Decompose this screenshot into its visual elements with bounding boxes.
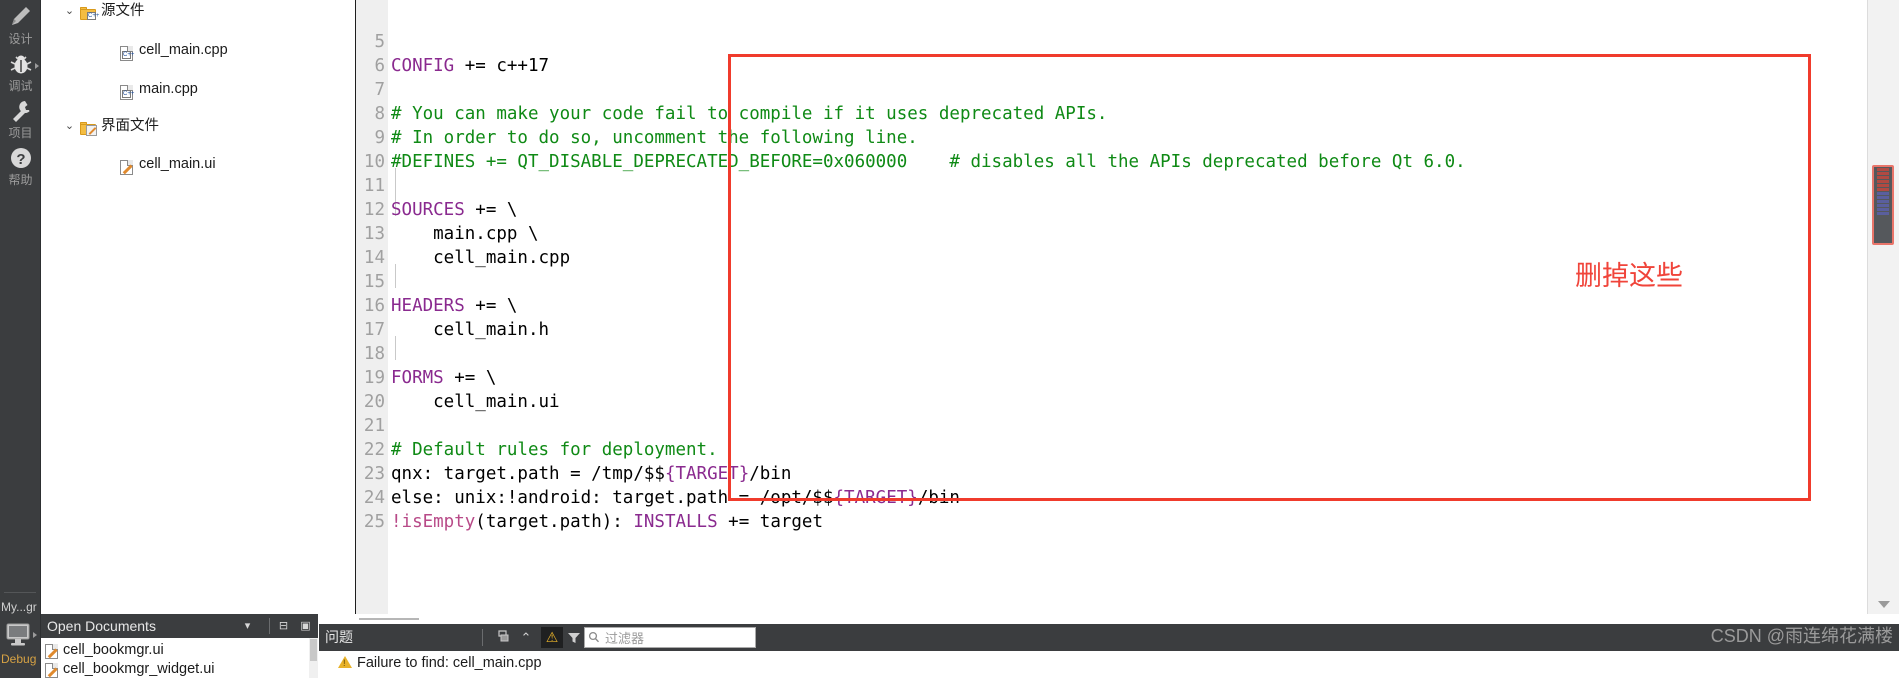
- file-cpp-icon: C++: [120, 44, 136, 61]
- issues-toolbar: 问题 ⌃ ⌄ ⚠ 过滤器: [319, 624, 1899, 651]
- code-line[interactable]: 18 FORMS += \: [319, 318, 1899, 388]
- file-ui-icon: [45, 663, 58, 678]
- project-tree-panel[interactable]: ⌄ C++ 源文件 C++ cell_main.cpp C++ main.cpp: [41, 0, 318, 614]
- issues-title: 问题: [325, 629, 353, 645]
- issues-filter-input[interactable]: 过滤器: [584, 627, 756, 648]
- tree-row-label: 源文件: [101, 3, 145, 19]
- code-line[interactable]: 22 qnx: target.path = /tmp/$${TARGET}/bi…: [319, 414, 1899, 484]
- open-documents-scrollbar[interactable]: [309, 638, 318, 678]
- mode-bar-divider: [4, 592, 36, 593]
- mode-item-help-label: 帮助: [8, 173, 33, 187]
- dropdown-arrow-icon[interactable]: ▾: [239, 618, 256, 634]
- code-line[interactable]: 20: [319, 366, 1899, 412]
- scrollbar-thumb[interactable]: [1872, 165, 1894, 245]
- issue-message: Failure to find: cell_main.cpp: [357, 655, 542, 671]
- editor-scroll-column[interactable]: [1867, 0, 1899, 614]
- tree-row[interactable]: C++ cell_main.cpp: [41, 41, 318, 61]
- mode-item-projects-label: 项目: [8, 126, 33, 140]
- issues-panel[interactable]: 问题 ⌃ ⌄ ⚠ 过滤器: [319, 614, 1899, 678]
- code-line[interactable]: 14: [319, 222, 1899, 268]
- chevron-down-icon[interactable]: ⌄: [63, 117, 76, 136]
- mode-item-projects[interactable]: 项目: [0, 94, 41, 141]
- open-documents-title: Open Documents: [47, 618, 156, 634]
- code-line[interactable]: 10: [319, 126, 1899, 172]
- scrollbar-thumb[interactable]: [310, 639, 317, 661]
- splitter-grip[interactable]: [359, 618, 419, 620]
- code-line[interactable]: 19 cell_main.ui: [319, 342, 1899, 412]
- code-line[interactable]: 7 # You can make your code fail to compi…: [319, 54, 1899, 124]
- code-line[interactable]: 23 else: unix:!android: target.path = /o…: [319, 438, 1899, 508]
- close-panel-icon[interactable]: ▣: [297, 618, 314, 634]
- watermark-label: CSDN @雨连绵花满楼: [1710, 626, 1893, 646]
- pencil-icon: [0, 2, 41, 32]
- code-editor[interactable]: 5 CONFIG += c++17 6 7 # You can make you…: [319, 0, 1899, 614]
- list-item-label: cell_bookmgr_widget.ui: [63, 661, 215, 677]
- mode-item-help[interactable]: ? 帮助: [0, 141, 41, 188]
- annotation-label: 删掉这些: [1575, 261, 1683, 291]
- code-line[interactable]: 11 SOURCES += \: [319, 150, 1899, 220]
- mode-selector-bar: 设计 调试 项目 ? 帮助 My...gr Debug: [0, 0, 41, 678]
- build-configuration-label: Debug: [1, 652, 37, 666]
- list-item[interactable]: cell_bookmgr_widget.ui: [41, 660, 318, 678]
- search-icon: [588, 631, 600, 644]
- tree-row-label: cell_main.cpp: [139, 42, 228, 58]
- panel-splitter[interactable]: [319, 614, 1899, 624]
- mode-item-debug-label: 调试: [8, 79, 33, 93]
- desktop-icon[interactable]: [3, 622, 33, 648]
- tree-row-label: main.cpp: [139, 81, 198, 97]
- code-line[interactable]: 8 # In order to do so, uncomment the fol…: [319, 78, 1899, 148]
- list-item-label: cell_bookmgr.ui: [63, 642, 164, 658]
- mode-item-debug[interactable]: 调试: [0, 47, 41, 94]
- mode-item-design[interactable]: 设计: [0, 0, 41, 47]
- code-line[interactable]: 25: [319, 486, 1899, 532]
- folder-cpp-icon: C++: [80, 5, 99, 20]
- kit-name-label: My...gr: [1, 600, 37, 614]
- tree-row[interactable]: ⌄ C++ 源文件: [41, 2, 318, 21]
- mode-item-design-label: 设计: [8, 32, 33, 46]
- split-editor-icon[interactable]: ⊟: [275, 618, 292, 634]
- previous-issue-icon[interactable]: ⌃: [517, 628, 535, 647]
- chevron-down-icon[interactable]: ⌄: [63, 2, 76, 21]
- open-documents-header: Open Documents ▾ ⊟ ▣: [41, 614, 318, 638]
- list-item[interactable]: cell_bookmgr.ui: [41, 641, 318, 660]
- tree-row[interactable]: ⌄ 界面文件: [41, 117, 318, 136]
- kit-chevron-right-icon[interactable]: [33, 632, 37, 638]
- file-ui-icon: [45, 644, 58, 659]
- qt-creator-window: 设计 调试 项目 ? 帮助 My...gr Debug ⌄ C++ 源文件 C+…: [0, 0, 1899, 678]
- file-ui-icon: [120, 158, 136, 175]
- tree-row[interactable]: cell_main.ui: [41, 155, 318, 175]
- line-number: 25: [363, 512, 385, 532]
- code-line[interactable]: 6: [319, 30, 1899, 76]
- warning-filter-toggle[interactable]: ⚠: [541, 627, 563, 648]
- code-line[interactable]: 17: [319, 294, 1899, 340]
- svg-text:?: ?: [16, 151, 25, 168]
- folder-ui-icon: [80, 120, 97, 136]
- code-line[interactable]: 21 # Default rules for deployment.: [319, 390, 1899, 460]
- tree-row-label: cell_main.ui: [139, 156, 216, 172]
- header-divider: [269, 618, 270, 634]
- toolbar-divider: [482, 629, 483, 646]
- chevron-right-icon[interactable]: [35, 63, 39, 69]
- question-mark-icon: ?: [0, 143, 41, 173]
- code-line[interactable]: 24 !isEmpty(target.path): INSTALLS += ta…: [319, 462, 1899, 532]
- code-text: !isEmpty(target.path): INSTALLS += targe…: [391, 512, 823, 532]
- file-cpp-icon: C++: [120, 83, 136, 100]
- copy-issue-icon[interactable]: [493, 628, 515, 647]
- code-line[interactable]: 9 #DEFINES += QT_DISABLE_DEPRECATED_BEFO…: [319, 102, 1899, 172]
- tree-row[interactable]: C++ main.cpp: [41, 80, 318, 100]
- code-line[interactable]: 12 main.cpp \: [319, 174, 1899, 244]
- wrench-icon: [0, 96, 41, 126]
- table-row[interactable]: Failure to find: cell_main.cpp: [319, 652, 542, 674]
- warning-icon: [338, 656, 352, 668]
- scroll-down-arrow-icon[interactable]: [1878, 601, 1890, 608]
- filter-icon[interactable]: [565, 628, 583, 647]
- open-documents-panel[interactable]: Open Documents ▾ ⊟ ▣ cell_bookmgr.ui cel…: [41, 614, 318, 678]
- tree-row-label: 界面文件: [101, 118, 159, 134]
- code-line[interactable]: 5 CONFIG += c++17: [319, 6, 1899, 76]
- code-line[interactable]: 13 cell_main.cpp: [319, 198, 1899, 268]
